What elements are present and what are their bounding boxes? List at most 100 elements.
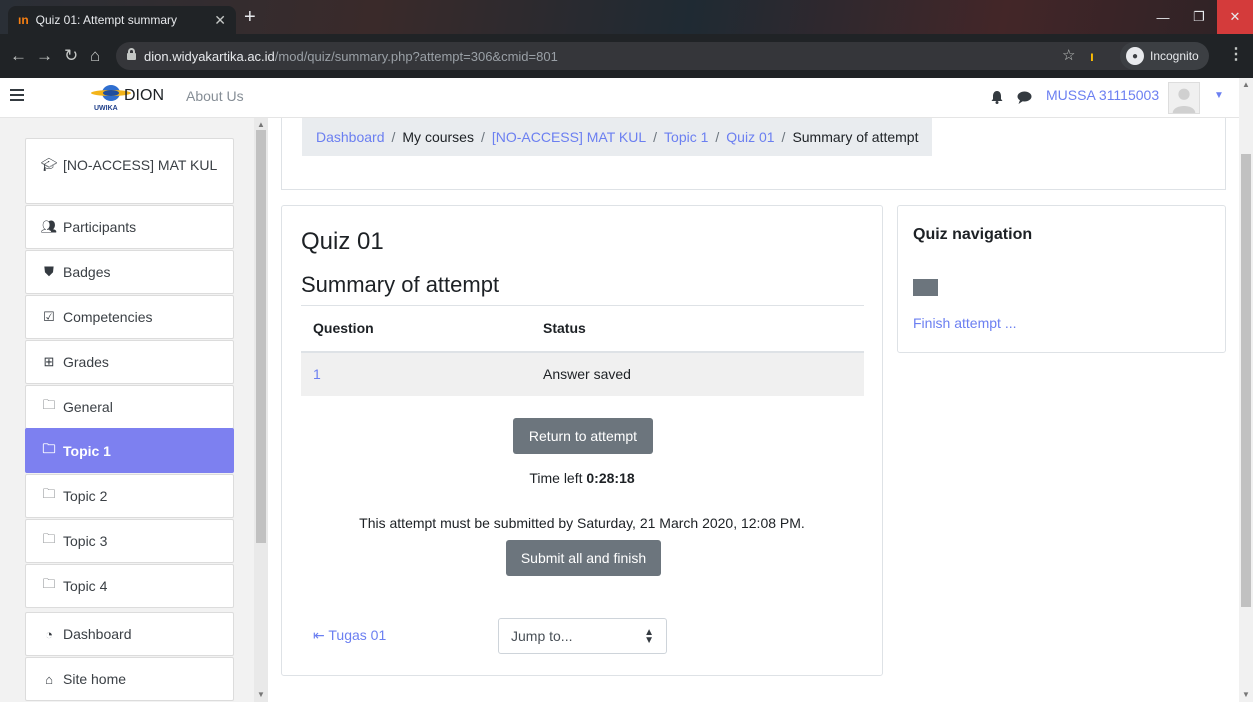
page-scroll-thumb[interactable] — [1241, 154, 1251, 607]
time-left: Time left 0:28:18 — [282, 470, 882, 486]
browser-tab[interactable]: ın Quiz 01: Attempt summary ✕ — [8, 6, 236, 34]
sidebar-scrollbar[interactable]: ▲ ▼ — [254, 118, 268, 702]
summary-table: Question Status 1 Answer saved — [301, 305, 864, 396]
reload-icon[interactable]: ↻ — [64, 47, 78, 65]
user-name[interactable]: MUSSA 31115003 — [1046, 87, 1159, 103]
home-icon: ⌂ — [45, 671, 53, 687]
breadcrumb-separator: / — [480, 129, 485, 145]
home-icon[interactable]: ⌂ — [90, 47, 100, 65]
sidebar-item-competencies[interactable]: ☑ Competencies — [25, 295, 234, 339]
breadcrumb-current: Summary of attempt — [792, 129, 919, 145]
sidebar-item-label: Topic 4 — [63, 578, 108, 594]
address-bar[interactable]: dion.widyakartika.ac.id/mod/quiz/summary… — [116, 42, 1146, 70]
tab-close-icon[interactable]: ✕ — [214, 12, 226, 29]
arrow-left-icon: ⇤ — [313, 627, 325, 643]
table-header-row: Question Status — [301, 305, 864, 353]
scroll-down-icon[interactable]: ▼ — [1242, 690, 1250, 699]
table-row: 1 Answer saved — [301, 351, 864, 396]
shield-icon: ⛊ — [44, 264, 54, 279]
jump-to-select[interactable]: Jump to... ▲ ▼ — [498, 618, 667, 654]
back-icon[interactable]: ← — [10, 47, 27, 65]
folder-icon: 🗀 — [42, 531, 56, 546]
summary-heading: Summary of attempt — [301, 272, 500, 297]
scroll-up-icon[interactable]: ▲ — [1242, 80, 1250, 89]
sidebar-item-participants[interactable]: 👥︎ Participants — [25, 205, 234, 249]
url-path: /mod/quiz/summary.php?attempt=306&cmid=8… — [274, 48, 558, 64]
folder-icon: 🗀 — [42, 576, 56, 591]
column-header-status: Status — [543, 305, 864, 353]
incognito-badge[interactable]: ● Incognito — [1120, 42, 1209, 70]
sidebar-item-course[interactable]: 🎓︎ [NO-ACCESS] MAT KUL — [25, 138, 234, 204]
sidebar-item-general[interactable]: 🗀 General — [25, 385, 234, 429]
graduation-cap-icon: 🎓︎ — [40, 157, 58, 172]
breadcrumb-separator: / — [653, 129, 658, 145]
scroll-down-icon[interactable]: ▼ — [257, 690, 265, 699]
browser-tab-strip: ın Quiz 01: Attempt summary ✕ + — ❐ ✕ — [0, 0, 1253, 34]
new-tab-icon[interactable]: + — [244, 6, 256, 28]
question-status: Answer saved — [543, 351, 864, 396]
quiz-navigation-block: Quiz navigation Finish attempt ... — [897, 205, 1226, 353]
hamburger-menu-icon[interactable] — [10, 89, 24, 101]
sidebar-item-dashboard[interactable]: ◔ Dashboard — [25, 612, 234, 656]
user-menu-caret-icon[interactable]: ▼ — [1214, 90, 1224, 101]
sidebar-item-site-home[interactable]: ⌂ Site home — [25, 657, 234, 701]
breadcrumb-quiz[interactable]: Quiz 01 — [726, 129, 774, 145]
sidebar-item-topic-4[interactable]: 🗀 Topic 4 — [25, 564, 234, 608]
svg-text:UWIKA: UWIKA — [94, 105, 118, 112]
breadcrumb-separator: / — [715, 129, 720, 145]
sidebar-item-label: Topic 3 — [63, 533, 108, 549]
url-host: dion.widyakartika.ac.id — [144, 48, 275, 64]
notification-bell-icon[interactable] — [990, 90, 1004, 104]
sidebar-item-label: Participants — [63, 219, 137, 235]
page-title: Quiz 01 — [301, 228, 384, 255]
previous-activity-link[interactable]: ⇤ Tugas 01 — [313, 627, 386, 644]
sidebar-item-topic-1[interactable]: 🗀 Topic 1 — [25, 428, 234, 473]
quiz-summary-panel: Quiz 01 Summary of attempt Question Stat… — [281, 205, 883, 676]
time-left-label: Time left — [529, 470, 583, 486]
tab-title: Quiz 01: Attempt summary — [35, 13, 178, 27]
window-close-icon[interactable]: ✕ — [1217, 0, 1253, 34]
sidebar-item-label: Topic 1 — [63, 442, 111, 459]
time-left-value: 0:28:18 — [586, 470, 635, 486]
folder-icon: 🗀 — [42, 440, 56, 456]
sidebar-item-label: [NO-ACCESS] MAT KUL — [63, 157, 218, 173]
sidebar-item-label: Competencies — [63, 309, 153, 325]
sidebar-item-topic-3[interactable]: 🗀 Topic 3 — [25, 519, 234, 563]
breadcrumb-course[interactable]: [NO-ACCESS] MAT KUL — [492, 129, 646, 145]
table-icon: ⊞ — [43, 354, 55, 369]
extension-icon[interactable]: ı — [1090, 47, 1094, 65]
sidebar-scroll-thumb[interactable] — [256, 130, 266, 543]
page-scrollbar[interactable]: ▲ ▼ — [1239, 78, 1253, 702]
brand-name[interactable]: DION — [124, 87, 164, 105]
sidebar-item-grades[interactable]: ⊞ Grades — [25, 340, 234, 384]
scroll-up-icon[interactable]: ▲ — [257, 120, 265, 129]
breadcrumb-my-courses: My courses — [402, 129, 474, 145]
course-nav-drawer: 🎓︎ [NO-ACCESS] MAT KUL 👥︎ Participants ⛊… — [0, 118, 268, 702]
breadcrumb-dashboard[interactable]: Dashboard — [316, 129, 385, 145]
bookmark-star-icon[interactable]: ☆ — [1062, 47, 1075, 65]
submit-all-button[interactable]: Submit all and finish — [506, 540, 661, 576]
sidebar-item-label: Site home — [63, 671, 127, 687]
finish-attempt-link[interactable]: Finish attempt ... — [913, 315, 1016, 331]
page-header: Dashboard / My courses / [NO-ACCESS] MAT… — [281, 118, 1226, 190]
checkbox-icon: ☑ — [43, 309, 55, 324]
breadcrumb-topic[interactable]: Topic 1 — [664, 129, 708, 145]
minimize-icon[interactable]: — — [1145, 0, 1181, 34]
sidebar-item-badges[interactable]: ⛊ Badges — [25, 250, 234, 294]
sidebar-item-topic-2[interactable]: 🗀 Topic 2 — [25, 474, 234, 518]
breadcrumb-separator: / — [781, 129, 786, 145]
forward-icon[interactable]: → — [36, 47, 53, 65]
user-avatar[interactable] — [1168, 82, 1200, 114]
question-nav-button[interactable] — [913, 279, 938, 296]
sidebar-item-label: Grades — [63, 354, 109, 370]
browser-menu-icon[interactable]: ⋮ — [1228, 46, 1244, 64]
restore-icon[interactable]: ❐ — [1181, 0, 1217, 34]
sidebar-item-label: General — [63, 399, 113, 415]
breadcrumb: Dashboard / My courses / [NO-ACCESS] MAT… — [302, 118, 933, 156]
messages-icon[interactable] — [1017, 91, 1032, 104]
browser-toolbar: ← → ↻ ⌂ dion.widyakartika.ac.id/mod/quiz… — [0, 34, 1253, 78]
return-to-attempt-button[interactable]: Return to attempt — [513, 418, 653, 454]
about-us-link[interactable]: About Us — [186, 88, 244, 104]
column-header-question: Question — [301, 305, 543, 353]
question-number-link[interactable]: 1 — [301, 351, 543, 396]
